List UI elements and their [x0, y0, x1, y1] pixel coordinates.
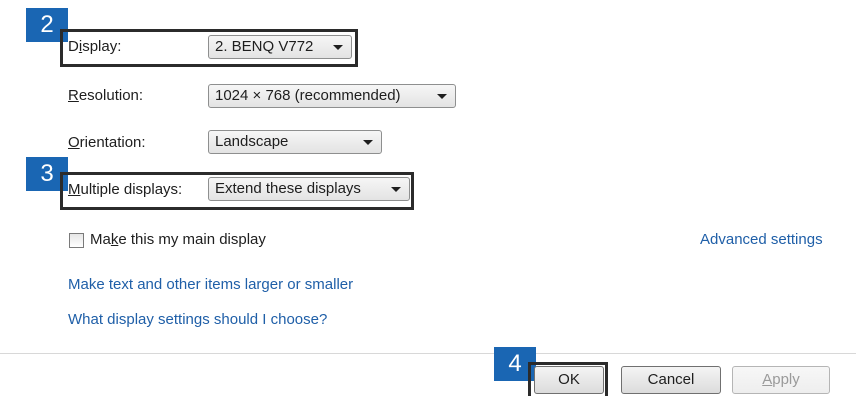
settings-help-link[interactable]: What display settings should I choose? — [68, 311, 327, 328]
main-display-label: Make this my main display — [90, 231, 266, 248]
ok-button[interactable]: OK — [534, 366, 604, 394]
chevron-down-icon — [391, 187, 401, 192]
multiple-displays-select[interactable]: Extend these displays — [208, 177, 410, 201]
apply-button[interactable]: Apply — [732, 366, 830, 394]
multiple-displays-label: Multiple displays: — [68, 181, 183, 198]
cancel-button[interactable]: Cancel — [621, 366, 721, 394]
multiple-displays-select-value: Extend these displays — [215, 180, 361, 197]
display-label: Display: — [68, 38, 122, 55]
chevron-down-icon — [437, 94, 447, 99]
orientation-select-value: Landscape — [215, 133, 289, 150]
main-display-checkbox[interactable] — [69, 233, 84, 248]
text-size-link[interactable]: Make text and other items larger or smal… — [68, 276, 353, 293]
orientation-select[interactable]: Landscape — [208, 130, 382, 154]
orientation-label: Orientation: — [68, 134, 146, 151]
resolution-select[interactable]: 1024 × 768 (recommended) — [208, 84, 456, 108]
display-select[interactable]: 2. BENQ V772 — [208, 35, 352, 59]
footer-divider — [0, 353, 856, 354]
display-select-value: 2. BENQ V772 — [215, 38, 314, 55]
resolution-label: Resolution: — [68, 87, 144, 104]
chevron-down-icon — [363, 140, 373, 145]
chevron-down-icon — [333, 45, 343, 50]
advanced-settings-link[interactable]: Advanced settings — [700, 231, 823, 248]
resolution-select-value: 1024 × 768 (recommended) — [215, 87, 401, 104]
